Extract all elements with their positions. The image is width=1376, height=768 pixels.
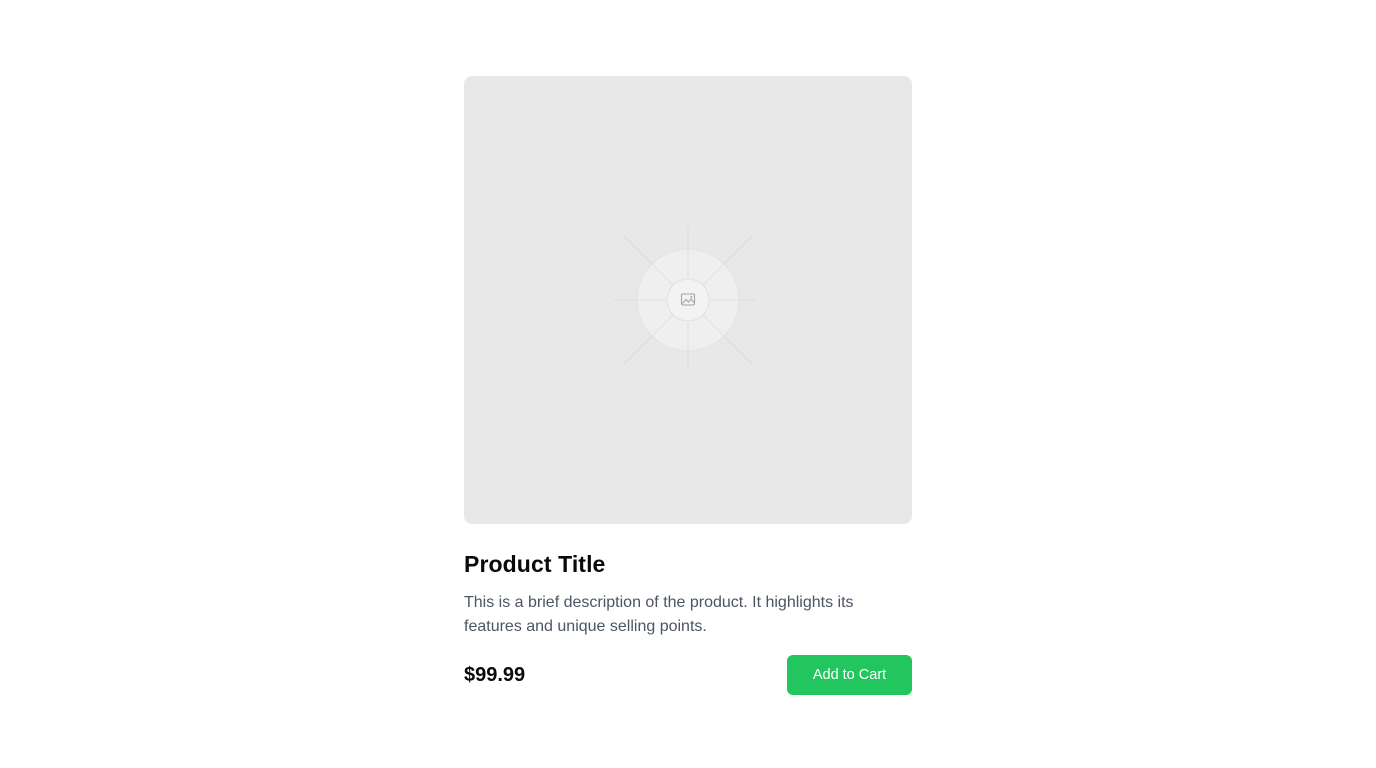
product-description: This is a brief description of the produ… <box>464 594 854 635</box>
product-image-placeholder <box>464 76 912 524</box>
product-title: Product Title <box>464 551 606 577</box>
image-placeholder-graphic <box>614 226 756 368</box>
product-card: Product Title This is a brief descriptio… <box>464 76 912 695</box>
product-footer: $99.99 Add to Cart <box>464 655 912 695</box>
product-price: $99.99 <box>464 663 526 686</box>
add-to-cart-button[interactable]: Add to Cart <box>787 655 912 695</box>
